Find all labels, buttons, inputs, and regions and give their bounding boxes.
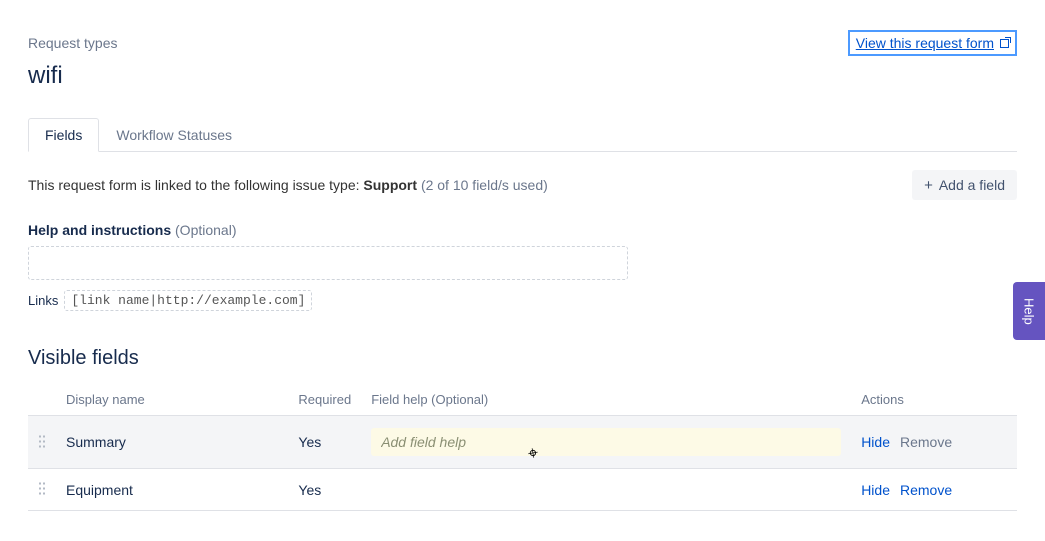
col-display-name: Display name xyxy=(56,384,288,416)
help-instructions-label: Help and instructions (Optional) xyxy=(28,222,1017,238)
linked-issue-type: Support xyxy=(363,177,417,193)
help-side-tab[interactable]: Help xyxy=(1013,282,1045,340)
view-request-form-link[interactable]: View this request form xyxy=(848,30,1017,56)
drag-handle-icon[interactable] xyxy=(38,481,46,495)
table-row: EquipmentYes Hide Remove xyxy=(28,469,1017,511)
page-title: wifi xyxy=(28,62,1017,90)
linked-prefix: This request form is linked to the follo… xyxy=(28,177,363,193)
hide-action[interactable]: Hide xyxy=(861,482,890,498)
field-help-input[interactable] xyxy=(371,428,841,456)
field-required: Yes xyxy=(288,469,361,511)
visible-fields-title: Visible fields xyxy=(28,347,1017,370)
field-required: Yes xyxy=(288,416,361,469)
external-link-icon xyxy=(1000,39,1009,48)
remove-action[interactable]: Remove xyxy=(900,434,952,450)
help-instructions-input[interactable] xyxy=(28,246,628,280)
hide-action[interactable]: Hide xyxy=(861,434,890,450)
linked-issue-type-text: This request form is linked to the follo… xyxy=(28,177,548,193)
help-instructions-bold: Help and instructions xyxy=(28,222,171,238)
fields-used-count: (2 of 10 field/s used) xyxy=(421,177,548,193)
links-placeholder-chip[interactable]: [link name|http://example.com] xyxy=(64,290,312,311)
col-field-help: Field help (Optional) xyxy=(361,384,851,416)
plus-icon: + xyxy=(924,178,933,193)
breadcrumb[interactable]: Request types xyxy=(28,35,118,51)
add-field-label: Add a field xyxy=(939,177,1005,193)
visible-fields-table: Display name Required Field help (Option… xyxy=(28,384,1017,511)
remove-action[interactable]: Remove xyxy=(900,482,952,498)
view-request-form-label: View this request form xyxy=(856,35,994,51)
links-label: Links xyxy=(28,293,58,308)
help-instructions-optional: (Optional) xyxy=(175,222,236,238)
col-required: Required xyxy=(288,384,361,416)
table-row: SummaryYes Hide Remove xyxy=(28,416,1017,469)
tab-workflow-statuses[interactable]: Workflow Statuses xyxy=(99,118,249,152)
tab-fields[interactable]: Fields xyxy=(28,118,99,152)
drag-handle-icon[interactable] xyxy=(38,434,46,448)
add-field-button[interactable]: + Add a field xyxy=(912,170,1017,200)
field-name: Equipment xyxy=(56,469,288,511)
col-actions: Actions xyxy=(851,384,1017,416)
field-name: Summary xyxy=(56,416,288,469)
col-drag xyxy=(28,384,56,416)
tabs: Fields Workflow Statuses xyxy=(28,118,1017,152)
